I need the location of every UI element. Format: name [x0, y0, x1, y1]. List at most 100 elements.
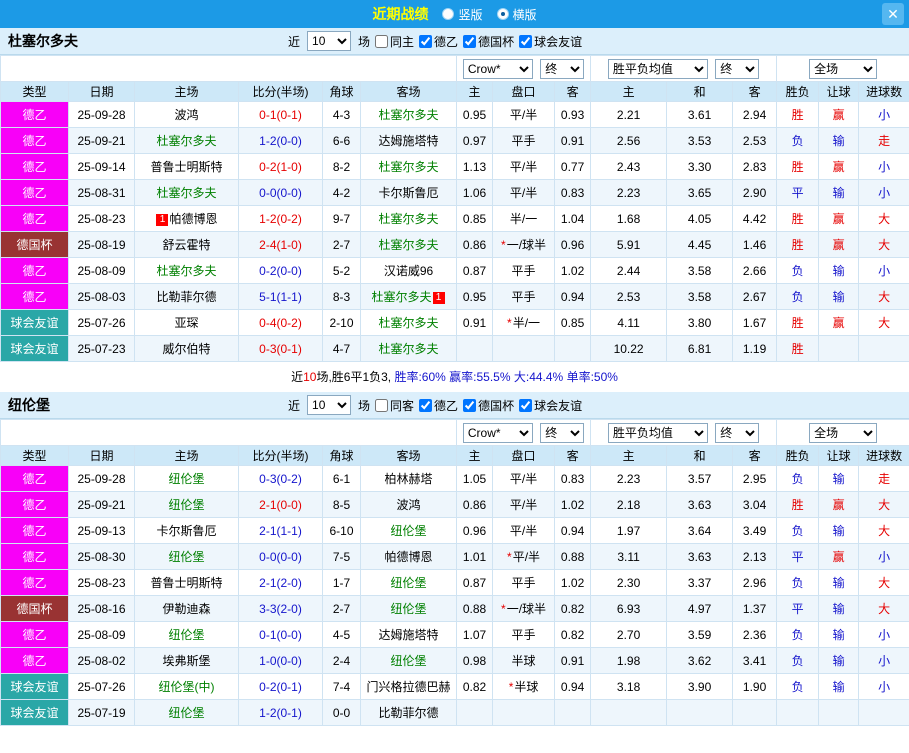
league-checkbox-input[interactable]	[463, 34, 477, 48]
same-venue-checkbox[interactable]: 同主	[375, 33, 414, 50]
home-team-cell[interactable]: 纽伦堡	[134, 491, 239, 518]
away-team-cell[interactable]: 纽伦堡	[359, 595, 458, 622]
matches-table: Crow* 终 胜平负均值 终 全场 类型 日期 主场 比分(半场) 角球 客场…	[0, 55, 909, 362]
home-team-cell[interactable]: 亚琛	[134, 309, 239, 336]
odds-time-select[interactable]: 终	[540, 422, 585, 443]
match-row: 德乙 25-09-21 纽伦堡 2-1(0-0) 8-5 波鸿 0.86 平/半 1.02 2.1…	[0, 491, 909, 518]
away-team-cell[interactable]: 纽伦堡	[359, 647, 458, 674]
league-checkbox-input[interactable]	[519, 398, 533, 412]
league-checkbox-input[interactable]	[419, 34, 433, 48]
away-team-cell[interactable]: 波鸿	[359, 491, 458, 518]
handicap-line-cell	[492, 335, 556, 362]
away-team-cell[interactable]: 杜塞尔多夫	[359, 101, 458, 128]
away-team-cell[interactable]: 达姆施塔特	[359, 621, 458, 648]
result-cell: 胜	[776, 205, 820, 232]
league-checkbox-friendly[interactable]: 球会友谊	[519, 397, 582, 414]
league-type-cell: 德乙	[0, 127, 69, 154]
bookmaker-select[interactable]: Crow*	[462, 422, 533, 443]
corner-cell: 8-3	[322, 283, 361, 310]
away-team-cell[interactable]: 杜塞尔多夫	[359, 153, 458, 180]
average-type-select[interactable]: 胜平负均值	[607, 422, 708, 443]
result-cell: 负	[776, 517, 820, 544]
home-team-cell[interactable]: 伊勒迪森	[134, 595, 239, 622]
average-time-select[interactable]: 终	[715, 422, 760, 443]
league-type-cell: 球会友谊	[0, 309, 69, 336]
league-type-cell: 德乙	[0, 621, 69, 648]
date-cell: 25-07-19	[68, 699, 135, 726]
away-team-cell[interactable]: 达姆施塔特	[359, 127, 458, 154]
scope-select[interactable]: 全场	[809, 58, 878, 79]
away-team-cell[interactable]: 杜塞尔多夫	[359, 335, 458, 362]
away-team-cell[interactable]: 纽伦堡	[359, 517, 458, 544]
home-team-cell[interactable]: 普鲁士明斯特	[134, 153, 239, 180]
handicap-line-cell: *一/球半	[492, 231, 556, 258]
team-name-text: 杜塞尔多夫	[156, 134, 217, 148]
league-checkbox-cup[interactable]: 德国杯	[463, 33, 514, 50]
home-team-cell[interactable]: 威尔伯特	[134, 335, 239, 362]
avg-away-cell: 1.19	[732, 335, 778, 362]
same-venue-input[interactable]	[375, 34, 389, 48]
match-row: 德乙 25-09-14 普鲁士明斯特 0-2(1-0) 8-2 杜塞尔多夫 1.13 平/半 0…	[0, 153, 909, 180]
away-team-cell[interactable]: 门兴格拉德巴赫	[359, 673, 458, 700]
league-checkbox-friendly[interactable]: 球会友谊	[519, 33, 582, 50]
home-team-cell[interactable]: 1 帕德博恩	[134, 205, 239, 232]
home-team-cell[interactable]: 比勒菲尔德	[134, 283, 239, 310]
date-cell: 25-08-19	[68, 231, 135, 258]
away-team-cell[interactable]: 卡尔斯鲁厄	[359, 179, 458, 206]
home-team-cell[interactable]: 杜塞尔多夫	[134, 257, 239, 284]
close-icon[interactable]: ✕	[882, 3, 904, 25]
corner-cell: 4-2	[322, 179, 361, 206]
bookmaker-select[interactable]: Crow*	[462, 58, 533, 79]
league-checkbox-input[interactable]	[419, 398, 433, 412]
odds-home-cell: 1.07	[456, 621, 494, 648]
same-venue-checkbox[interactable]: 同客	[375, 397, 414, 414]
home-team-cell[interactable]: 纽伦堡	[134, 465, 239, 492]
away-team-cell[interactable]: 杜塞尔多夫	[359, 309, 458, 336]
home-team-cell[interactable]: 纽伦堡	[134, 543, 239, 570]
home-team-cell[interactable]: 舒云霍特	[134, 231, 239, 258]
handicap-result-cell: 赢	[818, 205, 860, 232]
match-count-select[interactable]: 10	[307, 395, 352, 415]
corner-cell: 4-3	[322, 101, 361, 128]
match-count-select[interactable]: 10	[307, 31, 352, 51]
scope-select[interactable]: 全场	[809, 422, 878, 443]
league-checkbox-input[interactable]	[463, 398, 477, 412]
league-checkbox-label: 德乙	[434, 34, 459, 49]
average-time-select[interactable]: 终	[715, 58, 760, 79]
away-team-cell[interactable]: 杜塞尔多夫	[359, 231, 458, 258]
handicap-line-cell: *一/球半	[492, 595, 556, 622]
home-team-cell[interactable]: 埃弗斯堡	[134, 647, 239, 674]
team-name-text: 杜塞尔多夫	[378, 212, 439, 226]
league-checkbox-l2[interactable]: 德乙	[419, 33, 458, 50]
away-team-cell[interactable]: 比勒菲尔德	[359, 699, 458, 726]
home-team-cell[interactable]: 普鲁士明斯特	[134, 569, 239, 596]
away-team-cell[interactable]: 纽伦堡	[359, 569, 458, 596]
away-team-cell[interactable]: 柏林赫塔	[359, 465, 458, 492]
average-type-select[interactable]: 胜平负均值	[607, 58, 708, 79]
away-team-cell[interactable]: 帕德博恩	[359, 543, 458, 570]
score-cell: 0-0(0-0)	[238, 543, 323, 570]
date-cell: 25-07-26	[68, 309, 135, 336]
away-team-cell[interactable]: 杜塞尔多夫	[359, 205, 458, 232]
home-team-cell[interactable]: 杜塞尔多夫	[134, 179, 239, 206]
team-name-text: 纽伦堡	[390, 576, 427, 590]
team-name-text: 纽伦堡	[168, 628, 205, 642]
home-team-cell[interactable]: 波鸿	[134, 101, 239, 128]
col-home: 主场	[134, 81, 239, 102]
home-team-cell[interactable]: 纽伦堡	[134, 699, 239, 726]
away-team-cell[interactable]: 汉诺威96	[359, 257, 458, 284]
league-checkbox-input[interactable]	[519, 34, 533, 48]
layout-vertical-radio[interactable]: 竖版	[442, 6, 483, 23]
home-team-cell[interactable]: 卡尔斯鲁厄	[134, 517, 239, 544]
league-checkbox-cup[interactable]: 德国杯	[463, 397, 514, 414]
home-team-cell[interactable]: 纽伦堡(中)	[134, 673, 239, 700]
odds-time-select[interactable]: 终	[540, 58, 585, 79]
home-team-cell[interactable]: 纽伦堡	[134, 621, 239, 648]
score-cell: 2-1(0-0)	[238, 491, 323, 518]
filter-spacer	[0, 55, 458, 82]
league-checkbox-l2[interactable]: 德乙	[419, 397, 458, 414]
home-team-cell[interactable]: 杜塞尔多夫	[134, 127, 239, 154]
same-venue-input[interactable]	[375, 398, 389, 412]
layout-horizontal-radio[interactable]: 横版	[496, 6, 537, 23]
away-team-cell[interactable]: 杜塞尔多夫 1	[359, 283, 458, 310]
